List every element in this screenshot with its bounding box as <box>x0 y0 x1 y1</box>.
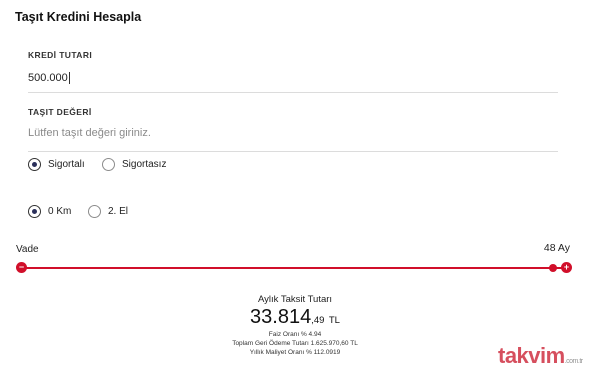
radio-uninsured-label: Sigortasız <box>122 159 167 170</box>
radio-unchecked-icon <box>102 158 115 171</box>
radio-insured[interactable]: Sigortalı <box>28 158 85 171</box>
takvim-logo: takvim.com.tr <box>498 343 583 369</box>
amount-decimal: ,49 <box>311 315 325 326</box>
plus-icon[interactable]: + <box>561 262 572 273</box>
radio-used-label: 2. El <box>108 206 129 217</box>
amount-currency: TL <box>328 315 340 326</box>
radio-new-label: 0 Km <box>48 206 72 217</box>
radio-checked-icon <box>28 158 41 171</box>
radio-used[interactable]: 2. El <box>88 205 128 218</box>
monthly-installment-amount: 33.814,49 TL <box>195 306 395 329</box>
vehicle-value-input[interactable]: Lütfen taşıt değeri giriniz. <box>28 127 558 143</box>
term-slider[interactable]: − + <box>16 261 572 275</box>
vehicle-value-label: TAŞIT DEĞERİ <box>28 107 92 117</box>
text-caret <box>68 72 70 84</box>
radio-checked-icon <box>28 205 41 218</box>
interest-rate: Faiz Oranı % 4.94 <box>268 331 322 338</box>
loan-amount-label: KREDİ TUTARI <box>28 50 93 60</box>
term-value: 48 Ay <box>543 242 570 254</box>
radio-new[interactable]: 0 Km <box>28 205 71 218</box>
loan-amount-value: 500.000 <box>28 72 68 84</box>
amount-integer: 33.814 <box>250 306 312 328</box>
radio-uninsured[interactable]: Sigortasız <box>102 158 166 171</box>
vehicle-value-field[interactable]: TAŞIT DEĞERİ Lütfen taşıt değeri giriniz… <box>28 107 558 152</box>
annual-cost-rate: Yıllık Maliyet Oranı % 112.0919 <box>249 349 341 356</box>
monthly-installment-label: Aylık Taksit Tutarı <box>257 294 333 305</box>
minus-icon[interactable]: − <box>16 262 27 273</box>
radio-insured-label: Sigortalı <box>48 159 85 170</box>
loan-amount-field[interactable]: KREDİ TUTARI 500.000 <box>28 50 558 93</box>
page-title: Taşıt Kredini Hesapla <box>15 10 142 24</box>
radio-unchecked-icon <box>88 205 101 218</box>
slider-track[interactable] <box>22 267 566 269</box>
watermark-text: takvim <box>498 343 565 368</box>
total-repayment: Toplam Geri Ödeme Tutarı 1.625.970,60 TL <box>232 340 358 347</box>
term-label: Vade <box>16 244 39 255</box>
loan-amount-input[interactable]: 500.000 <box>28 70 558 86</box>
slider-thumb[interactable] <box>549 264 557 272</box>
watermark-suffix: .com.tr <box>564 358 583 365</box>
